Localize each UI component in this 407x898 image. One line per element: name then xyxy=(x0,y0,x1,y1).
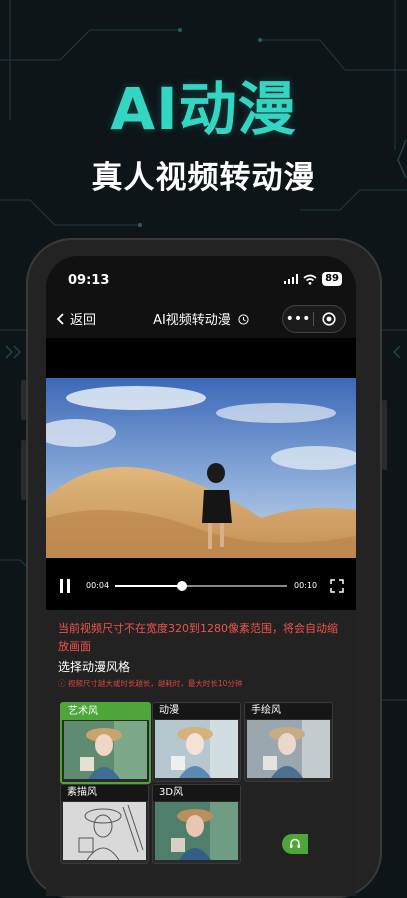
style-card-sketch[interactable]: 素描风 xyxy=(60,784,149,864)
style-card-label: 素描风 xyxy=(61,785,148,801)
style-card-label: 艺术风 xyxy=(62,704,149,720)
video-player[interactable] xyxy=(46,338,356,610)
style-preview-image xyxy=(64,721,147,779)
more-dots-icon[interactable]: ••• xyxy=(283,311,313,327)
progress-handle[interactable] xyxy=(177,581,188,591)
status-bar: 09:13 89 xyxy=(46,256,356,300)
status-time: 09:13 xyxy=(68,273,110,288)
signal-icon xyxy=(284,274,299,284)
headset-icon xyxy=(290,838,300,848)
phone-side-button xyxy=(21,380,26,420)
phone-side-button xyxy=(21,440,26,500)
progress-fill xyxy=(115,585,183,587)
style-preview-image xyxy=(63,802,146,860)
player-controls: 00:04 00:10 xyxy=(46,571,356,601)
style-card-art[interactable]: 艺术风 xyxy=(60,702,151,784)
style-preview-image xyxy=(247,720,330,778)
style-preview-image xyxy=(155,802,238,860)
fullscreen-icon[interactable] xyxy=(330,579,344,593)
style-card-handdrawn[interactable]: 手绘风 xyxy=(244,702,333,782)
style-preview-image xyxy=(155,720,238,778)
miniprogram-capsule: ••• xyxy=(282,305,346,333)
navigation-bar: 返回 AI视频转动漫 ••• xyxy=(46,300,356,338)
page-title-text: AI视频转动漫 xyxy=(153,313,231,328)
style-card-anime[interactable]: 动漫 xyxy=(152,702,241,782)
record-icon[interactable] xyxy=(314,312,344,326)
settings-panel: 当前视频尺寸不在宽度320到1280像素范围，将会自动缩放画面 选择动漫风格 ⓘ… xyxy=(46,610,356,896)
size-warning: 当前视频尺寸不在宽度320到1280像素范围，将会自动缩放画面 xyxy=(58,622,338,653)
style-card-label: 手绘风 xyxy=(245,703,332,719)
wifi-icon xyxy=(303,274,317,285)
battery-indicator: 89 xyxy=(322,272,342,286)
pause-icon[interactable] xyxy=(58,578,72,594)
phone-screen: 09:13 89 返回 AI视频转动漫 ••• 00:04 00:10 当前视频… xyxy=(46,256,356,896)
style-card-label: 动漫 xyxy=(153,703,240,719)
style-section-title: 选择动漫风格 xyxy=(58,660,131,674)
customer-service-button[interactable] xyxy=(282,834,308,854)
clock-icon[interactable] xyxy=(238,314,249,325)
style-card-3d[interactable]: 3D风 xyxy=(152,784,241,864)
style-card-label: 3D风 xyxy=(153,785,240,801)
current-time: 00:04 xyxy=(86,581,110,590)
hero-subtitle: 真人视频转动漫 xyxy=(91,160,316,196)
video-frame xyxy=(46,378,356,558)
duration-time: 00:10 xyxy=(294,581,318,590)
duration-note: ⓘ 视频尺寸越大或时长越长，越耗时，最大时长10分钟 xyxy=(58,679,243,688)
hero-title: AI动漫 xyxy=(110,75,297,143)
progress-track[interactable] xyxy=(115,581,287,591)
phone-side-button xyxy=(382,400,387,470)
